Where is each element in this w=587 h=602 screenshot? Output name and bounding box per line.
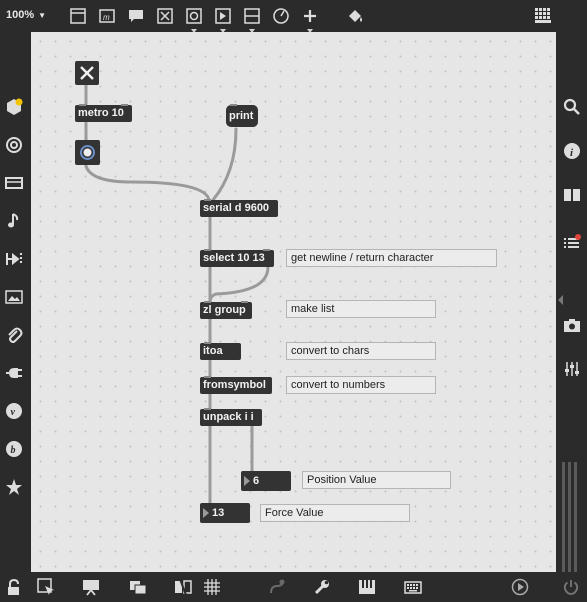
info-icon[interactable]: i [561,140,583,162]
comment-convert-to-numbers: convert to numbers [286,376,436,394]
presentation-mode-icon[interactable] [35,576,57,598]
presentation-window-icon[interactable] [68,6,88,26]
camera-icon[interactable] [561,314,583,336]
itoa-object[interactable]: itoa [200,342,241,360]
paint-bucket-icon[interactable] [345,6,365,26]
button-icon[interactable] [184,6,204,33]
bottom-toolbar [0,572,587,602]
vizzie-icon[interactable]: v [3,400,25,422]
comment-force-value: Force Value [260,504,410,522]
svg-text:v: v [11,407,16,418]
svg-text:m: m [103,13,110,22]
list-icon[interactable] [561,232,583,254]
toggle-icon[interactable] [155,6,175,26]
lock-icon[interactable] [3,576,25,598]
comment-icon[interactable] [126,6,146,26]
piano-icon[interactable] [356,576,378,598]
image-icon[interactable] [3,286,25,308]
target-icon[interactable] [3,134,25,156]
number-box-force[interactable]: 13 [200,503,250,523]
level-meters [562,462,582,572]
toggle-object[interactable] [75,61,99,85]
slider-icon[interactable] [242,6,262,33]
zoom-menu[interactable]: 100% ▼ [6,9,46,21]
top-toolbar: 100% ▼ m [0,0,587,33]
force-value: 13 [212,507,225,519]
add-object-icon[interactable] [300,6,320,33]
paperclip-icon[interactable] [3,324,25,346]
console-icon[interactable] [3,172,25,194]
star-icon[interactable] [3,476,25,498]
dial-icon[interactable] [271,6,291,26]
fromsymbol-object[interactable]: fromsymbol [200,376,272,394]
power-icon[interactable] [560,576,582,598]
print-object[interactable]: print [226,104,258,127]
svg-text:b: b [11,445,16,456]
comment-convert-to-chars: convert to chars [286,342,436,360]
plug-icon[interactable] [3,362,25,384]
message-icon[interactable]: m [97,6,117,26]
patch-cord-icon[interactable] [266,576,288,598]
chevron-left-icon[interactable] [556,289,564,311]
presentation-icon[interactable] [80,576,102,598]
select-object[interactable]: select 10 13 [200,249,274,267]
audio-on-off-icon[interactable] [509,576,531,598]
zl-group-object[interactable]: zl group [200,301,252,319]
package-icon[interactable] [3,96,25,118]
beap-icon[interactable]: b [3,438,25,460]
metro-object[interactable]: metro 10 [75,104,132,122]
keyboard-icon[interactable] [402,576,424,598]
wrench-icon[interactable] [311,576,333,598]
number-box-position[interactable]: 6 [241,471,291,491]
split-view-icon[interactable] [172,576,194,598]
grid-menu-icon[interactable] [533,6,553,26]
search-icon[interactable] [561,96,583,118]
mixer-icon[interactable] [561,358,583,380]
music-note-icon[interactable] [3,210,25,232]
patcher-canvas[interactable]: metro 10 print serial d 9600 select 10 1… [31,32,556,572]
comment-newline: get newline / return character [286,249,497,267]
serial-object[interactable]: serial d 9600 [200,199,278,217]
grid-icon[interactable] [201,576,223,598]
left-sidebar: v b [0,32,30,572]
reference-book-icon[interactable] [561,184,583,206]
play-icon[interactable] [213,6,233,33]
sequence-icon[interactable] [3,248,25,270]
unpack-object[interactable]: unpack i i [200,408,262,426]
number-triangle-icon [203,508,209,518]
window-stack-icon[interactable] [127,576,149,598]
zoom-label: 100% [6,9,35,21]
comment-position-value: Position Value [302,471,451,489]
number-triangle-icon [244,476,250,486]
comment-make-list: make list [286,300,436,318]
position-value: 6 [253,475,260,487]
chevron-down-icon: ▼ [38,11,47,20]
bang-button[interactable] [75,140,100,165]
